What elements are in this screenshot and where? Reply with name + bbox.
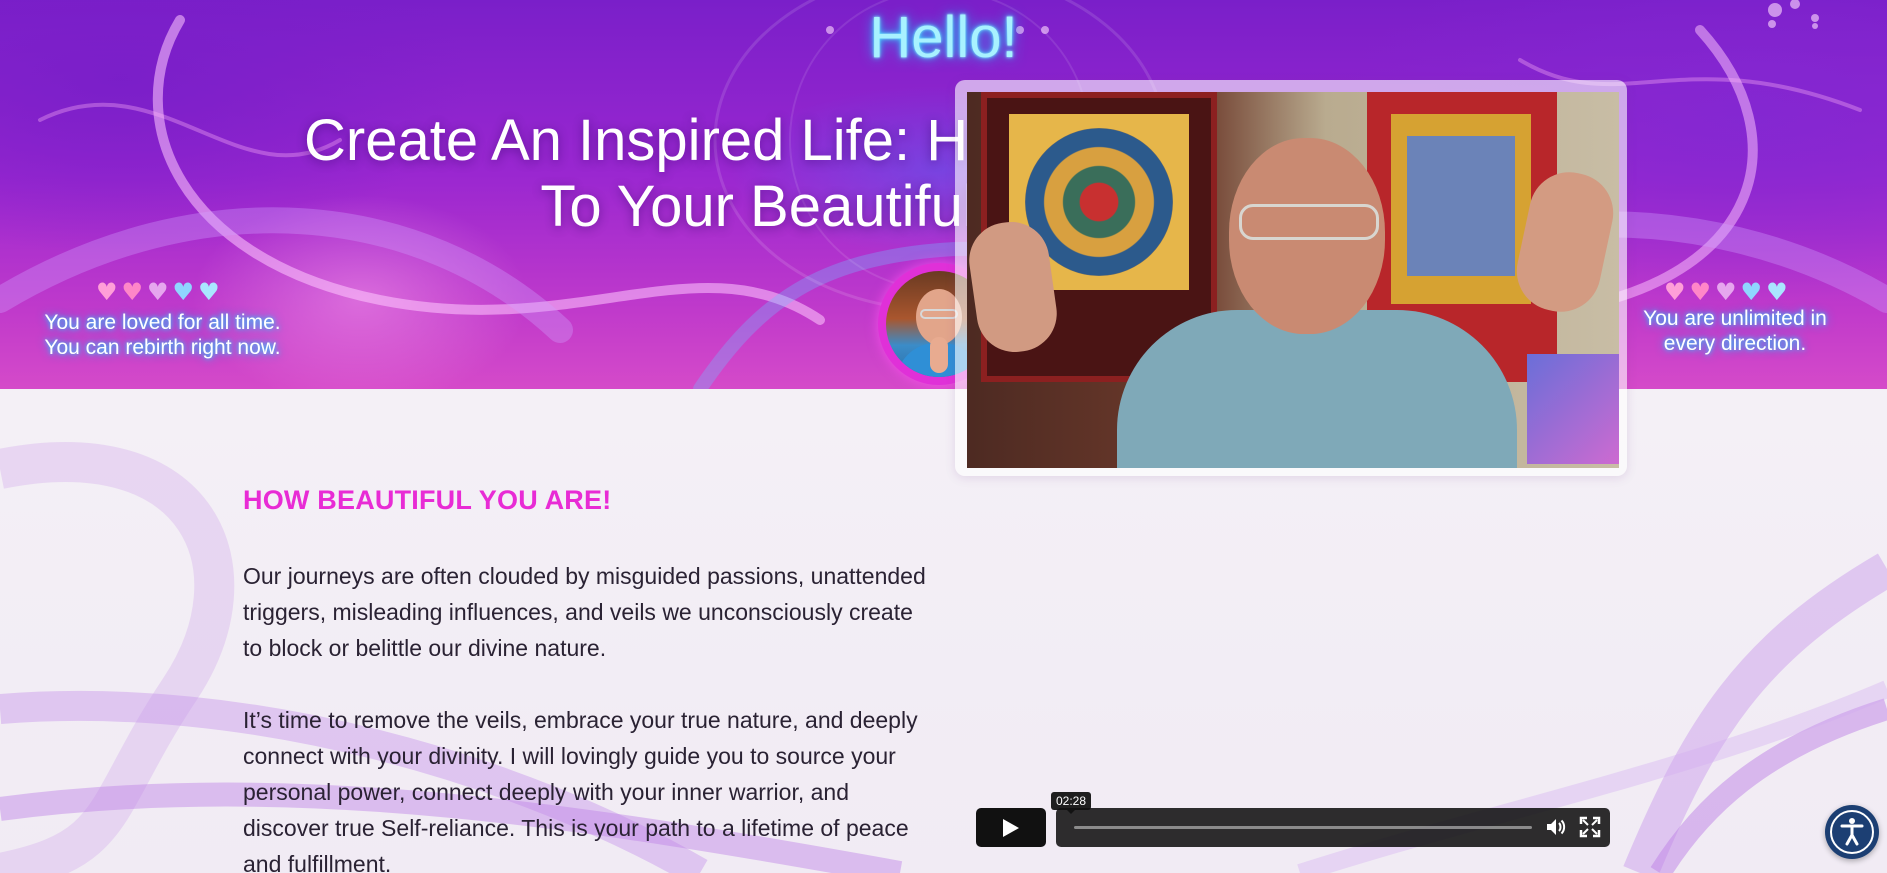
hearts-left: ♥ ♥ ♥ ♥ ♥ (96, 280, 220, 304)
accessibility-button[interactable] (1825, 805, 1879, 859)
affirmation-right: You are unlimited in every direction. (1610, 306, 1860, 356)
fullscreen-icon[interactable] (1578, 815, 1602, 839)
speaker-glasses (1239, 204, 1379, 240)
video-progress-bar[interactable] (1074, 826, 1532, 829)
affirmation-left-line-1: You are loved for all time. (44, 311, 281, 334)
heart-icon: ♥ (1766, 278, 1788, 306)
heart-icon: ♥ (1740, 278, 1763, 306)
hearts-right: ♥ ♥ ♥ ♥ ♥ (1664, 280, 1788, 304)
heart-icon: ♥ (1715, 278, 1737, 306)
accessibility-icon (1840, 818, 1864, 846)
heart-icon: ♥ (96, 278, 118, 306)
video-player[interactable] (967, 92, 1619, 468)
affirmation-left: You are loved for all time. You can rebi… (20, 310, 305, 360)
play-button[interactable] (976, 808, 1046, 847)
volume-icon[interactable] (1544, 815, 1568, 839)
speaker-body (1117, 310, 1517, 468)
poster (1527, 354, 1619, 464)
heart-icon: ♥ (172, 278, 195, 306)
heart-icon: ♥ (1689, 278, 1712, 306)
play-icon (1003, 819, 1019, 837)
affirmation-right-line-2: every direction. (1663, 332, 1807, 355)
hero-greeting: Hello! (869, 5, 1018, 70)
affirmation-right-line-1: You are unlimited in (1643, 307, 1827, 330)
affirmation-left-line-2: You can rebirth right now. (44, 336, 281, 359)
heart-icon: ♥ (198, 278, 220, 306)
video-controls-bar (1056, 808, 1610, 847)
intro-paragraph-2: It’s time to remove the veils, embrace y… (243, 707, 918, 873)
heart-icon: ♥ (1664, 278, 1686, 306)
heart-icon: ♥ (121, 278, 144, 306)
heart-icon: ♥ (147, 278, 169, 306)
section-title: HOW BEAUTIFUL YOU ARE! (243, 485, 612, 515)
intro-paragraph-1: Our journeys are often clouded by misgui… (243, 563, 926, 661)
